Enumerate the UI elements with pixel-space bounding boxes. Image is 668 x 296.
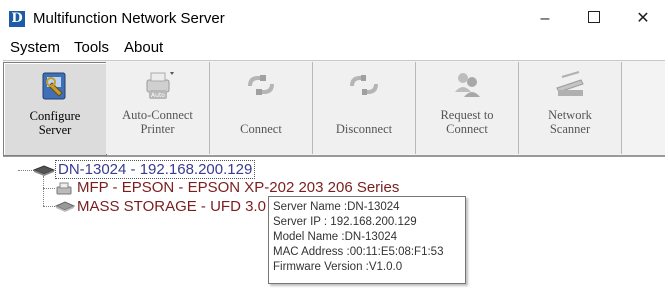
configure-server-icon — [42, 72, 66, 100]
connect-label-1 — [210, 108, 312, 122]
toolbar: Configure Server Auto Auto-Connect Printer… — [3, 60, 665, 157]
tooltip-server-ip: Server IP : 192.168.200.129 — [273, 216, 417, 228]
printer-icon — [56, 182, 72, 195]
disconnect-button[interactable]: Disconnect — [313, 62, 416, 154]
tooltip-model-name: Model Name :DN-13024 — [273, 231, 398, 243]
server-info-tooltip: Server Name :DN-13024 Server IP : 192.16… — [268, 196, 466, 284]
tree-connector — [43, 188, 55, 189]
tree-node-mfp[interactable]: MFP - EPSON - EPSON XP-202 203 206 Serie… — [77, 179, 399, 197]
auto-connect-label-2: Printer — [140, 122, 175, 136]
network-scanner-label-1: Network — [548, 108, 592, 122]
tooltip-mac-address: MAC Address :00:11:E5:08:F1:53 — [273, 246, 444, 258]
network-scanner-button[interactable]: Network Scanner — [519, 62, 622, 154]
request-to-connect-label-1: Request to — [440, 108, 494, 122]
server-icon — [33, 165, 55, 176]
connect-button[interactable]: Connect — [210, 62, 313, 154]
title-bar: D Multifunction Network Server – ✕ — [0, 0, 668, 36]
tree-node-mass-storage[interactable]: MASS STORAGE - UFD 3.0 - — [77, 198, 275, 216]
auto-connect-label-1: Auto-Connect — [122, 108, 193, 122]
close-button[interactable]: ✕ — [620, 6, 666, 32]
svg-text:Auto: Auto — [151, 92, 165, 99]
menu-tools[interactable]: Tools — [74, 38, 109, 58]
request-to-connect-label-2: Connect — [446, 122, 488, 136]
connect-label-2: Connect — [240, 122, 282, 136]
menu-about[interactable]: About — [124, 38, 163, 58]
configure-server-label-2: Server — [38, 123, 72, 137]
connect-icon — [248, 75, 274, 95]
disconnect-label-1 — [313, 108, 415, 122]
disconnect-label-2: Disconnect — [335, 122, 393, 136]
tooltip-firmware-version: Firmware Version :V1.0.0 — [273, 261, 403, 273]
configure-server-label-1: Configure — [29, 109, 81, 123]
request-to-connect-button[interactable]: Request to Connect — [416, 62, 519, 154]
tree-connector — [18, 170, 34, 171]
server-node-label: DN-13024 - 192.168.200.129 — [55, 160, 256, 179]
auto-connect-printer-button[interactable]: Auto Auto-Connect Printer — [106, 62, 210, 154]
maximize-button[interactable] — [571, 6, 617, 32]
auto-connect-printer-icon: Auto — [146, 72, 174, 99]
window-title: Multifunction Network Server — [33, 10, 225, 27]
network-scanner-icon — [556, 71, 584, 96]
tree-node-server[interactable]: DN-13024 - 192.168.200.129 — [55, 160, 256, 179]
network-scanner-label-2: Scanner — [549, 122, 591, 136]
configure-server-button[interactable]: Configure Server — [3, 62, 107, 156]
app-icon: D — [9, 11, 25, 27]
menu-system[interactable]: System — [10, 38, 60, 58]
maximize-icon — [588, 11, 600, 24]
minimize-button[interactable]: – — [522, 6, 568, 32]
tooltip-server-name: Server Name :DN-13024 — [273, 201, 400, 213]
storage-icon — [55, 201, 75, 212]
tree-connector — [43, 176, 44, 206]
disconnect-icon — [350, 75, 378, 95]
menu-bar: System Tools About — [0, 38, 668, 58]
tree-connector — [43, 206, 55, 207]
request-to-connect-icon — [455, 73, 480, 97]
